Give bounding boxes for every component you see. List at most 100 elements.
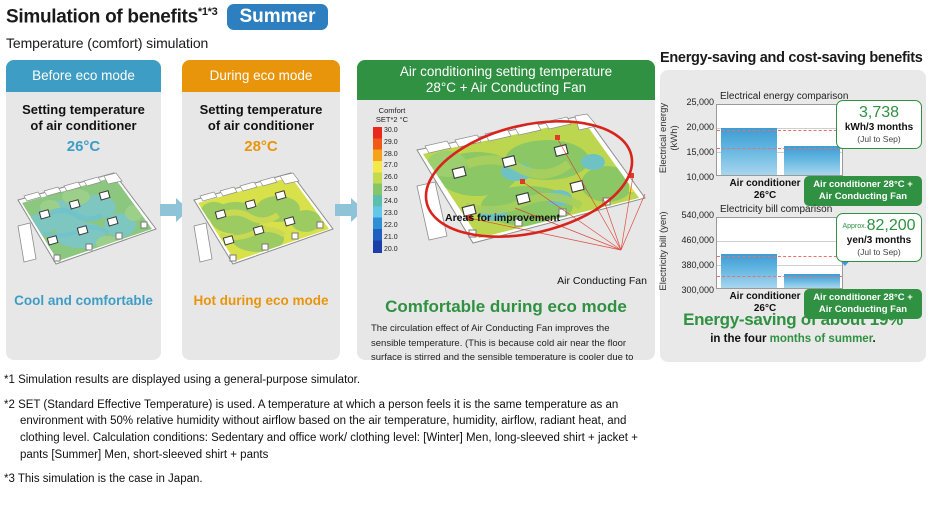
ytick: 20,000 [686, 122, 714, 132]
page-title-text: Simulation of benefits [6, 6, 198, 28]
scale-tick: 29.0 [384, 138, 398, 146]
footnote-2-line3: clothing level. Calculation conditions: … [20, 432, 638, 445]
energy-savings-callout: 3,738 kWh/3 months (Jul to Sep) [836, 100, 922, 150]
ytick: 380,000 [681, 260, 714, 270]
set-label-line2-during: of air conditioner [207, 117, 315, 133]
bill-savings-unit: yen/3 months [846, 234, 912, 246]
footnote-2-line4: pants [Summer] Men, short-sleeved shirt … [20, 448, 269, 461]
scale-tick: 30.0 [384, 126, 398, 134]
bar-bill-air-conditioner-26 [721, 254, 777, 288]
ytick: 460,000 [681, 235, 714, 245]
set-label-line1-during: Setting temperature [199, 102, 323, 117]
set-label-line1: Setting temperature [22, 102, 145, 117]
footnote-2-line2: environment with 50% relative humidity w… [20, 415, 627, 428]
panel-fan-header-line2: 28°C + Air Conducting Fan [425, 80, 587, 95]
bar-air-conditioner-28-fan [784, 146, 840, 175]
chart-energy-title: Electrical energy comparison [720, 91, 849, 102]
title-row: Simulation of benefits*1*3 Summer [6, 2, 706, 32]
energy-saving-headline: Energy-saving of about 19% [683, 310, 903, 329]
set-temperature-value-during: 28°C [244, 138, 278, 156]
panel-during-header: During eco mode [182, 60, 340, 92]
panel-fan-body: Comfort SET*2 °C 30.0 29.0 28.0 27.0 26.… [357, 100, 655, 360]
panel-during-eco-mode: During eco mode Setting temperature of a… [182, 60, 340, 360]
bill-savings-period: (Jul to Sep) [857, 247, 901, 258]
heatmap-room-during [186, 163, 336, 273]
chart-electricity-bill: Electricity bill (yen) Electricity bill … [658, 204, 926, 325]
scale-tick: 28.0 [384, 150, 398, 158]
bill-savings-callout: Approx.82,200 yen/3 months (Jul to Sep) [836, 213, 922, 263]
heatmap-svg-during [193, 172, 334, 265]
set-temperature-label-before: Setting temperature of air conditioner [6, 102, 161, 133]
scale-tick: 23.0 [384, 209, 398, 217]
scale-tick-labels: 30.0 29.0 28.0 27.0 26.0 25.0 24.0 23.0 … [384, 127, 398, 253]
panel-before-message: Cool and comfortable [14, 293, 153, 308]
panel-fan-headline: Comfortable during eco mode [385, 297, 627, 316]
reference-line-upper [717, 130, 842, 131]
footnotes: *1 Simulation results are displayed usin… [4, 372, 924, 496]
scale-tick: 20.0 [384, 245, 398, 253]
bill-savings-approx: Approx. [842, 223, 867, 230]
chart-energy-category-label-2: Air conditioner 28°C + Air Conducting Fa… [804, 176, 922, 206]
footnote-2: *2 SET (Standard Effective Temperature) … [4, 397, 924, 464]
right-section-title: Energy-saving and cost-saving benefits [660, 50, 923, 66]
reference-line-lower-bill [717, 276, 842, 277]
heatmap-room-fan [407, 102, 655, 257]
saving-sub-pre: in the four [710, 333, 770, 345]
page-subtitle: Temperature (comfort) simulation [6, 35, 209, 51]
page-title-footnote-marker: *1*3 [197, 5, 218, 18]
saving-sub-green: months of summer [769, 333, 873, 345]
reference-line-lower [717, 148, 842, 149]
panel-fan-description: The circulation effect of Air Conducting… [371, 323, 634, 360]
bill-savings-value-row: Approx.82,200 [839, 217, 919, 235]
energy-savings-period: (Jul to Sep) [857, 134, 901, 145]
cat2-line1: Air conditioner 28°C + [813, 179, 913, 190]
page-header: Simulation of benefits*1*3 Summer Temper… [6, 2, 706, 54]
panel-before-header: Before eco mode [6, 60, 161, 92]
ytick: 25,000 [686, 97, 714, 107]
chart-energy-plot-area [716, 104, 843, 176]
cat2-line2: Air Conducting Fan [818, 190, 908, 202]
footnote-1: *1 Simulation results are displayed usin… [4, 372, 924, 389]
chart-energy-ytick-labels: 25,000 20,000 15,000 10,000 [664, 98, 714, 182]
set-temperature-value-before: 26°C [66, 138, 101, 156]
heatmap-svg-before [16, 172, 157, 265]
panel-fan-header-line1: Air conditioning setting temperature [399, 64, 613, 80]
scale-tick: 24.0 [384, 198, 398, 206]
footnote-2-line1: *2 SET (Standard Effective Temperature) … [4, 398, 619, 411]
scale-gradient-bar [373, 126, 382, 253]
bar-air-conditioner-26 [721, 128, 777, 175]
saving-sub-post: . [872, 333, 876, 345]
scale-tick: 22.0 [384, 221, 398, 229]
scale-tick: 25.0 [384, 186, 398, 194]
chart-bill-plot-area [716, 217, 843, 289]
panel-air-conducting-fan: Air conditioning setting temperature 28°… [357, 60, 655, 360]
reference-line-upper-bill [717, 256, 842, 257]
air-conducting-fan-caption: Air Conducting Fan [557, 275, 647, 287]
footnote-1-line1: *1 Simulation results are displayed usin… [4, 374, 361, 386]
energy-savings-value: 3,738 [858, 104, 900, 121]
page-title: Simulation of benefits*1*3 [6, 5, 218, 28]
chart-bill-ytick-labels: 540,000 460,000 380,000 300,000 [664, 211, 714, 295]
energy-savings-unit: kWh/3 months [844, 121, 914, 133]
chart-bill-title: Electricity bill comparison [720, 204, 833, 215]
ytick: 15,000 [686, 147, 714, 157]
scale-tick: 26.0 [384, 174, 398, 182]
season-badge: Summer [227, 3, 328, 31]
panel-fan-header: Air conditioning setting temperature 28°… [357, 60, 655, 100]
ytick: 300,000 [681, 285, 714, 295]
heatmap-svg-fan [416, 113, 646, 251]
panel-during-message: Hot during eco mode [193, 293, 329, 308]
set-temperature-label-during: Setting temperature of air conditioner [182, 102, 340, 133]
ytick: 10,000 [686, 172, 714, 182]
ytick: 540,000 [681, 210, 714, 220]
chart-electrical-energy: Electrical energy (kWh) Electrical energ… [658, 91, 926, 212]
energy-saving-subtext: in the four months of summer. [660, 333, 926, 345]
scale-tick: 21.0 [384, 233, 398, 241]
scale-tick: 27.0 [384, 162, 398, 170]
set-label-line2: of air conditioner [30, 117, 137, 133]
footnote-3-line1: *3 This simulation is the case in Japan. [4, 473, 203, 486]
benefits-panel: Electrical energy (kWh) Electrical energ… [658, 70, 926, 362]
heatmap-room-before [10, 163, 158, 273]
areas-for-improvement-label: Areas for improvement [445, 212, 560, 224]
bill-savings-value: 82,200 [866, 217, 916, 234]
